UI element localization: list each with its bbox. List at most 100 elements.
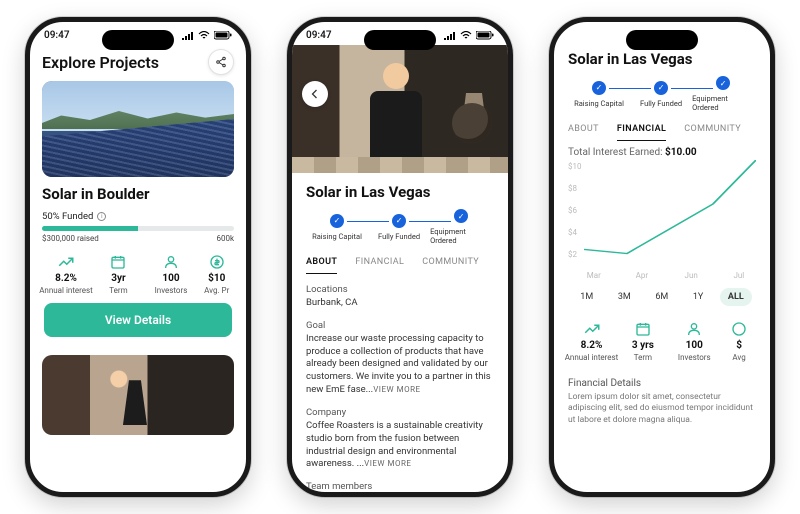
price-icon <box>730 320 748 338</box>
progress-labels: $300,000 raised 600k <box>42 234 234 243</box>
view-details-button[interactable]: View Details <box>44 303 232 337</box>
stats-row: 8.2%Annual interest 3 yrsTerm 100Investo… <box>554 314 770 370</box>
section-heading: Financial Details <box>568 378 756 389</box>
step-equipment: ✓Equipment Ordered <box>692 76 754 112</box>
status-icons <box>444 31 494 40</box>
step-raising: ✓Raising Capital <box>568 81 630 108</box>
stepper: ✓Raising Capital ✓Fully Funded ✓Equipmen… <box>554 76 770 112</box>
check-icon: ✓ <box>592 81 606 95</box>
section-body: Coffee Roasters is a sustainable creativ… <box>306 420 494 471</box>
section-locations: Locations Burbank, CA <box>292 274 508 310</box>
check-icon: ✓ <box>716 76 730 90</box>
phone-detail-about: 09:47 Solar in Las Vegas ✓Raising Capita… <box>287 17 513 497</box>
range-all[interactable]: ALL <box>720 288 752 306</box>
stat-interest: 8.2%Annual interest <box>568 320 615 362</box>
stat-investors: 100 Investors <box>147 253 195 295</box>
cellular-icon <box>444 32 456 40</box>
tab-about[interactable]: ABOUT <box>568 124 599 141</box>
roaster-image <box>442 95 500 165</box>
tabs: ABOUT FINANCIAL COMMUNITY <box>292 245 508 274</box>
stat-avg: $Avg <box>722 320 756 362</box>
stats-row: 8.2% Annual interest 3yr Term 100 Invest… <box>42 249 234 303</box>
share-icon <box>215 56 227 68</box>
project-title: Solar in Boulder <box>42 185 234 203</box>
funding-progress <box>42 226 234 231</box>
info-icon[interactable]: i <box>97 212 106 221</box>
step-equipment: ✓Equipment Ordered <box>430 209 492 245</box>
clock: 09:47 <box>306 30 332 41</box>
project-card: Solar in Boulder 50% Funded i $300,000 r… <box>30 81 246 345</box>
tab-about[interactable]: ABOUT <box>306 257 337 274</box>
section-company: Company Coffee Roasters is a sustainable… <box>292 397 508 471</box>
trend-up-icon <box>57 253 75 271</box>
y-tick: $8 <box>568 184 577 193</box>
range-6m[interactable]: 6M <box>647 288 676 306</box>
stat-term: 3 yrsTerm <box>619 320 666 362</box>
y-tick: $10 <box>568 162 582 171</box>
x-tick: Jul <box>733 271 744 280</box>
check-icon: ✓ <box>392 214 406 228</box>
wifi-icon <box>198 31 210 40</box>
x-tick: Jun <box>685 271 698 280</box>
page-title: Explore Projects <box>42 53 159 72</box>
tab-community[interactable]: COMMUNITY <box>422 257 479 274</box>
section-heading: Goal <box>306 320 494 331</box>
wifi-icon <box>460 31 472 40</box>
battery-icon <box>476 31 494 40</box>
tab-financial[interactable]: FINANCIAL <box>617 124 666 141</box>
users-icon <box>685 320 703 338</box>
stat-avg-price: $10 Avg. Pr <box>199 253 234 295</box>
tab-financial[interactable]: FINANCIAL <box>355 257 404 274</box>
check-icon: ✓ <box>330 214 344 228</box>
stat-interest: 8.2% Annual interest <box>42 253 90 295</box>
calendar-icon <box>109 253 127 271</box>
cellular-icon <box>182 32 194 40</box>
phone-explore: 09:47 Explore Projects Solar in Boulder … <box>25 17 251 497</box>
price-icon <box>208 253 226 271</box>
x-tick: Apr <box>636 271 648 280</box>
section-body: Increase our waste processing capacity t… <box>306 333 494 397</box>
section-body: Lorem ipsum dolor sit amet, consectetur … <box>568 392 756 426</box>
phone-detail-financial: Solar in Las Vegas ✓Raising Capital ✓Ful… <box>549 17 775 497</box>
view-more-link[interactable]: VIEW MORE <box>364 459 411 468</box>
range-1y[interactable]: 1Y <box>685 288 711 306</box>
clock: 09:47 <box>44 30 70 41</box>
check-icon: ✓ <box>454 209 468 223</box>
status-bar: 09:47 <box>292 22 508 45</box>
share-button[interactable] <box>208 49 234 75</box>
arrow-left-icon <box>309 88 321 100</box>
section-heading: Locations <box>306 284 494 295</box>
section-team: Team members <box>292 471 508 492</box>
section-body: Burbank, CA <box>306 297 494 310</box>
view-more-link[interactable]: VIEW MORE <box>373 385 420 394</box>
x-tick: Mar <box>587 271 601 280</box>
amount-goal: 600k <box>216 234 234 243</box>
funded-label: 50% Funded i <box>42 211 234 222</box>
chart-line <box>584 160 756 270</box>
section-heading: Team members <box>306 481 494 492</box>
project-card-2-image[interactable] <box>42 355 234 435</box>
funding-progress-fill <box>42 226 138 231</box>
amount-raised: $300,000 raised <box>42 234 99 243</box>
trend-up-icon <box>583 320 601 338</box>
back-button[interactable] <box>302 81 328 107</box>
section-heading: Company <box>306 407 494 418</box>
interest-chart: $10 $8 $6 $4 $2 Mar Apr Jun Jul <box>568 160 756 270</box>
y-tick: $6 <box>568 206 577 215</box>
step-raising: ✓Raising Capital <box>306 214 368 241</box>
calendar-icon <box>634 320 652 338</box>
financial-details: Financial Details Lorem ipsum dolor sit … <box>554 370 770 434</box>
stat-term: 3yr Term <box>94 253 142 295</box>
project-hero-image <box>42 81 234 177</box>
y-tick: $4 <box>568 228 577 237</box>
range-1m[interactable]: 1M <box>572 288 601 306</box>
total-interest: Total Interest Earned: $10.00 <box>568 147 756 158</box>
project-hero-image <box>292 45 508 173</box>
check-icon: ✓ <box>654 81 668 95</box>
stepper: ✓Raising Capital ✓Fully Funded ✓Equipmen… <box>292 209 508 245</box>
project-title: Solar in Las Vegas <box>554 36 770 76</box>
battery-icon <box>214 31 232 40</box>
range-3m[interactable]: 3M <box>610 288 639 306</box>
tab-community[interactable]: COMMUNITY <box>684 124 741 141</box>
y-tick: $2 <box>568 250 577 259</box>
